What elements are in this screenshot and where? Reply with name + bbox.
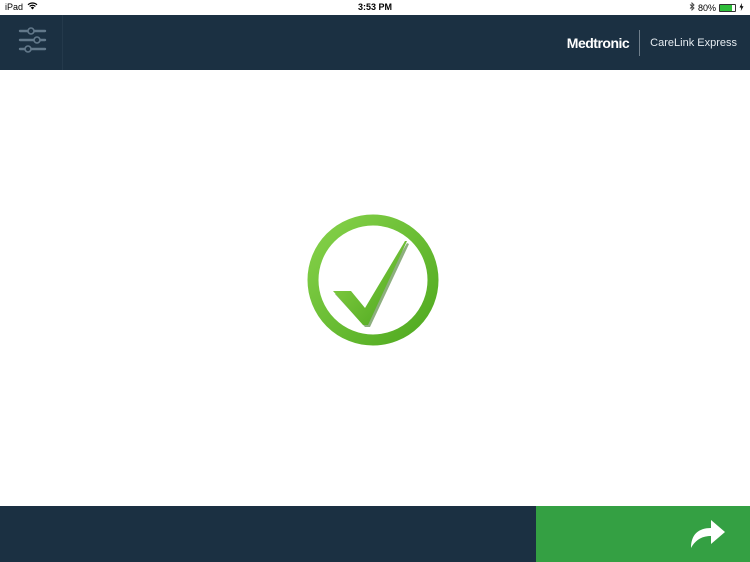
- forward-arrow-icon: [691, 520, 725, 548]
- brand: Medtronic CareLink Express: [567, 15, 737, 70]
- status-time: 3:53 PM: [357, 2, 392, 12]
- success-checkmark-icon: [307, 214, 439, 346]
- battery-percent: 80%: [697, 2, 716, 13]
- charging-icon: [739, 2, 744, 13]
- settings-menu-button[interactable]: [0, 15, 63, 70]
- battery-level-fill: [720, 4, 732, 11]
- product-name: CareLink Express: [650, 36, 737, 49]
- next-button[interactable]: [536, 506, 750, 562]
- sliders-icon: [18, 27, 47, 53]
- status-bar: iPad 3:53 PM 80%: [0, 0, 750, 15]
- app-header: Medtronic CareLink Express: [0, 15, 750, 70]
- footer-bar: [0, 506, 750, 562]
- main-content: [0, 70, 750, 506]
- status-right: 80%: [689, 1, 744, 13]
- battery-icon: [719, 3, 736, 12]
- bluetooth-icon: [689, 1, 695, 13]
- medtronic-logo: Medtronic: [566, 34, 630, 51]
- brand-divider: [639, 29, 641, 56]
